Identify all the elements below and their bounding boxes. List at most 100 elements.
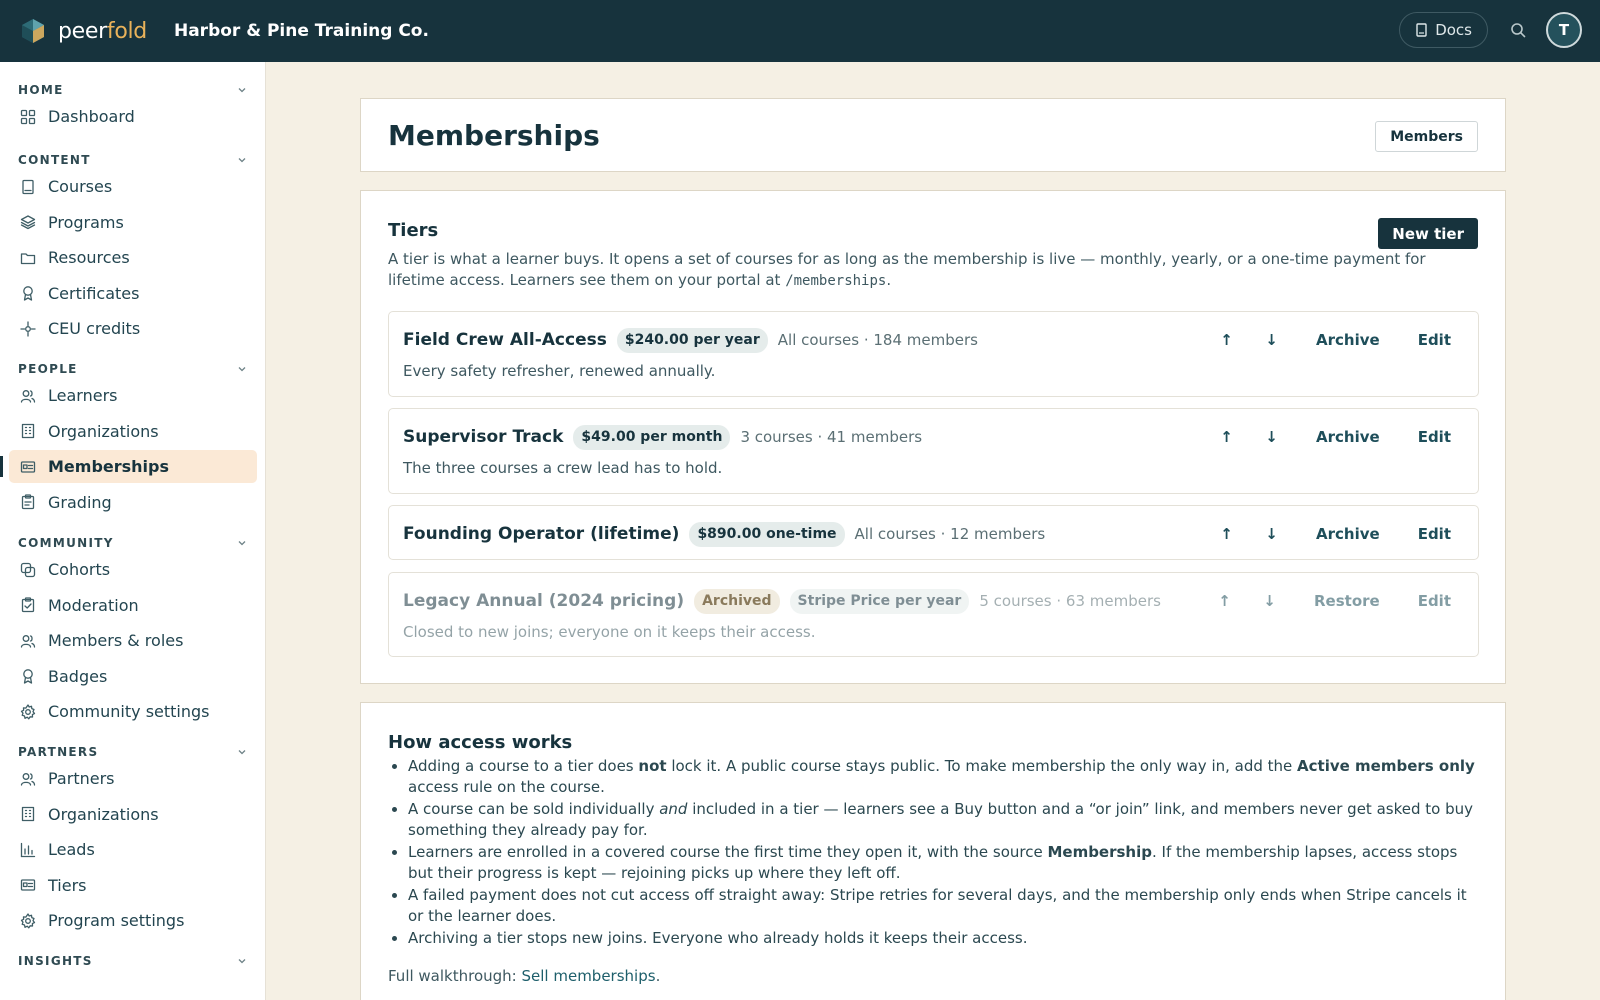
sidebar-section-home[interactable]: HOME — [0, 80, 265, 100]
award-icon — [23, 286, 33, 301]
list-item: Adding a course to a tier does not lock … — [408, 756, 1478, 798]
id-card-icon — [20, 879, 36, 891]
sidebar-section-title: PARTNERS — [18, 745, 99, 759]
building-icon — [21, 806, 35, 822]
chevron-down-icon — [238, 541, 246, 546]
memberships-path: /memberships — [785, 273, 887, 289]
walkthrough-line: Full walkthrough: Sell memberships. — [388, 967, 661, 985]
layers-icon — [20, 215, 36, 230]
sidebar-item-tiers[interactable]: Tiers — [9, 869, 257, 902]
id-card-icon — [20, 460, 36, 473]
sidebar-item-label: Courses — [48, 177, 113, 196]
copy-icon — [20, 562, 36, 577]
sidebar-item-label: Certificates — [48, 283, 140, 303]
tier-name: Founding Operator (lifetime) — [403, 524, 680, 544]
how-title: How access works — [388, 732, 573, 753]
clipboard-check-icon — [21, 597, 35, 613]
sidebar-section-content[interactable]: CONTENT — [0, 150, 265, 170]
sidebar-section-community[interactable]: COMMUNITY — [0, 533, 265, 553]
archive-button[interactable]: Archive — [1316, 428, 1380, 446]
tier-meta: 3 courses · 41 members — [740, 428, 923, 446]
sidebar-item-programs[interactable]: Programs — [9, 206, 257, 239]
gear-icon — [20, 912, 36, 928]
tiers-title: Tiers — [388, 220, 439, 241]
docs-label: Docs — [1435, 21, 1472, 39]
sidebar-item-dashboard[interactable]: Dashboard — [9, 100, 257, 133]
edit-button[interactable]: Edit — [1418, 331, 1451, 349]
sidebar-item-resources[interactable]: Resources — [9, 241, 257, 274]
building-icon — [21, 423, 35, 439]
sidebar-item-label: Partners — [48, 769, 115, 788]
folder-icon — [20, 252, 36, 264]
move-down-button[interactable]: ↓ — [1249, 428, 1294, 446]
list-item: A failed payment does not cut access off… — [408, 885, 1478, 927]
sidebar-item-ceu-credits[interactable]: CEU credits — [9, 312, 257, 345]
sidebar-item-members-and-roles[interactable]: Members & roles — [9, 624, 257, 657]
users-icon — [20, 389, 36, 403]
book-icon — [22, 179, 34, 194]
archive-button[interactable]: Archive — [1316, 331, 1380, 349]
chevron-down-icon — [238, 158, 246, 163]
move-up-button[interactable]: ↑ — [1204, 331, 1249, 349]
move-down-button[interactable]: ↓ — [1249, 331, 1294, 349]
search-button[interactable] — [1500, 12, 1536, 48]
sidebar-section-partners[interactable]: PARTNERS — [0, 742, 265, 762]
sidebar-item-label: Members & roles — [48, 631, 184, 650]
move-down-button[interactable]: ↓ — [1247, 592, 1292, 610]
avatar[interactable]: T — [1546, 12, 1582, 48]
sidebar-section-title: PEOPLE — [18, 362, 78, 376]
sidebar-item-courses[interactable]: Courses — [9, 170, 257, 203]
sidebar-item-partners[interactable]: Partners — [9, 762, 257, 795]
sidebar-item-cohorts[interactable]: Cohorts — [9, 553, 257, 586]
sidebar-item-program-settings[interactable]: Program settings — [9, 904, 257, 937]
edit-button[interactable]: Edit — [1418, 525, 1451, 543]
sidebar-item-label: Badges — [48, 666, 108, 686]
list-item: Learners are enrolled in a covered cours… — [408, 842, 1478, 884]
sidebar-item-label: Cohorts — [48, 560, 111, 579]
sidebar-item-label: Memberships — [48, 457, 170, 476]
users-icon — [20, 634, 36, 648]
sidebar-item-memberships[interactable]: Memberships — [0, 450, 257, 483]
users-icon — [20, 772, 36, 786]
tier-name: Legacy Annual (2024 pricing) — [403, 591, 685, 611]
tier-card: Legacy Annual (2024 pricing) Archived St… — [388, 572, 1479, 657]
archive-button[interactable]: Archive — [1316, 525, 1380, 543]
list-item: Archiving a tier stops new joins. Everyo… — [408, 928, 1478, 949]
sidebar-item-organizations[interactable]: Organizations — [9, 415, 257, 448]
sidebar-item-grading[interactable]: Grading — [9, 486, 257, 519]
gear-icon — [20, 703, 36, 719]
sidebar-section-people[interactable]: PEOPLE — [0, 359, 265, 379]
sell-memberships-link[interactable]: Sell memberships — [522, 967, 656, 985]
price-badge: Stripe Price per year — [789, 588, 970, 614]
sidebar-section-insights[interactable]: INSIGHTS — [0, 951, 265, 971]
tier-description: Closed to new joins; everyone on it keep… — [403, 623, 816, 641]
sidebar-item-label: Tiers — [48, 875, 87, 895]
page-title: Memberships — [388, 119, 600, 152]
members-button[interactable]: Members — [1375, 121, 1478, 152]
move-up-button[interactable]: ↑ — [1204, 428, 1249, 446]
move-up-button[interactable]: ↑ — [1202, 592, 1247, 610]
clipboard-icon — [21, 494, 35, 510]
sidebar-item-learners[interactable]: Learners — [9, 379, 257, 412]
move-down-button[interactable]: ↓ — [1249, 525, 1294, 543]
sidebar-item-moderation[interactable]: Moderation — [9, 589, 257, 622]
sidebar-item-label: Learners — [48, 386, 118, 405]
edit-button[interactable]: Edit — [1418, 592, 1451, 610]
book-icon — [1416, 23, 1427, 37]
new-tier-button[interactable]: New tier — [1378, 218, 1478, 249]
edit-button[interactable]: Edit — [1418, 428, 1451, 446]
tiers-description: A tier is what a learner buys. It opens … — [388, 250, 1426, 289]
docs-button[interactable]: Docs — [1399, 12, 1488, 48]
sidebar-item-certificates[interactable]: Certificates — [9, 277, 257, 310]
page-header-card: Memberships Members — [360, 98, 1506, 172]
sidebar-item-community-settings[interactable]: Community settings — [9, 695, 257, 728]
restore-button[interactable]: Restore — [1314, 592, 1380, 610]
logo[interactable]: peerfold — [18, 16, 147, 46]
sidebar-item-organizations[interactable]: Organizations — [9, 798, 257, 831]
sidebar-item-badges[interactable]: Badges — [9, 660, 257, 693]
sidebar-item-leads[interactable]: Leads — [9, 833, 257, 866]
price-badge: $240.00 per year — [616, 327, 768, 353]
move-up-button[interactable]: ↑ — [1204, 525, 1249, 543]
sidebar-item-label: Programs — [48, 212, 124, 232]
status-badge: Archived — [694, 588, 780, 614]
